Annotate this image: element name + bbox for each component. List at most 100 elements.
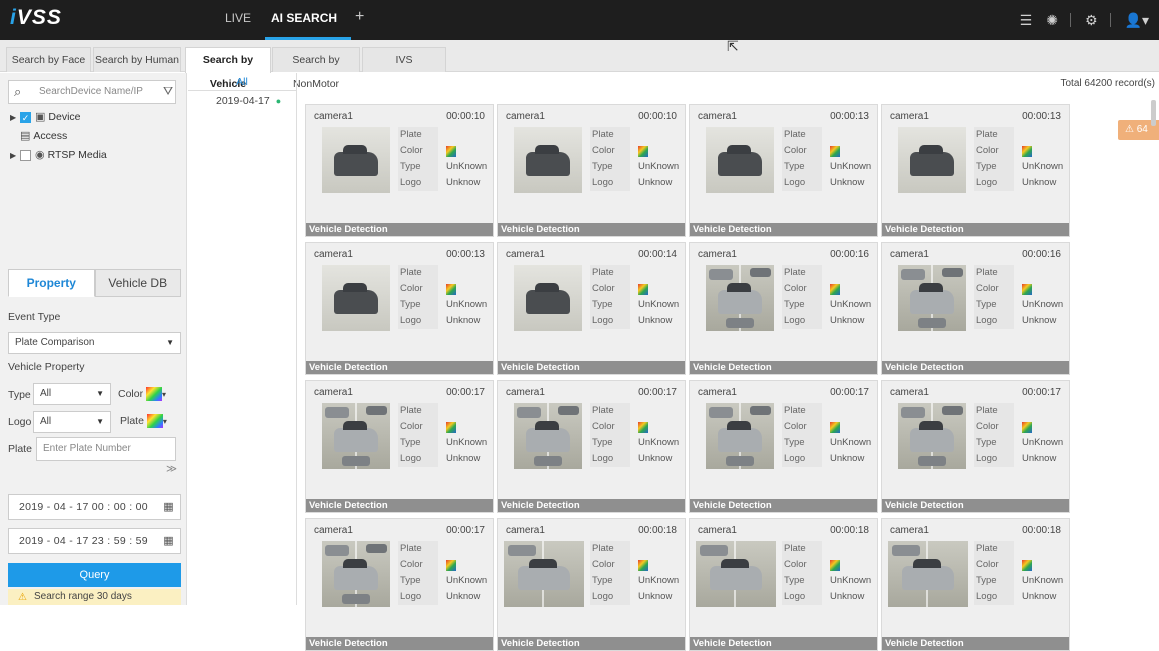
plate-number-input[interactable]: Enter Plate Number [36,437,176,461]
result-card[interactable]: camera1 00:00:17 Plate Color Type UnKnown Logo… [305,380,494,513]
result-card[interactable]: camera1 00:00:18 Plate Color Type UnKnown Logo… [497,518,686,651]
vehicle-snapshot[interactable] [898,265,966,331]
logo-select[interactable]: All ▼ [33,411,111,433]
attr-key: Color [974,419,1014,435]
date-all[interactable]: All [188,73,296,91]
event-label: Vehicle Detection [690,361,877,374]
tab-search-by-human[interactable]: Search by Human [93,47,181,72]
attr-key: Type [974,435,1014,451]
vehicle-attributes: Plate Color Type UnKnown Logo Unknow [782,541,871,605]
tree-item-device[interactable]: ▶ ✓ ▣ Device [10,108,107,127]
result-card[interactable]: camera1 00:00:17 Plate Color Type UnKnown Logo… [881,380,1070,513]
expand-more-icon[interactable]: ≫ [166,463,177,475]
device-search-input[interactable]: ⌕ SearchDevice Name/IP [8,80,176,104]
attr-key: Color [398,143,438,159]
nav-ai-search[interactable]: AI SEARCH [261,0,352,40]
camera-name: camera1 [890,249,929,260]
tab-search-by-face[interactable]: Search by Face [6,47,91,72]
warning-text: Search range 30 days [34,591,132,602]
result-card[interactable]: camera1 00:00:14 Plate Color Type UnKnown Logo… [497,242,686,375]
result-card[interactable]: camera1 00:00:17 Plate Color Type UnKnown Logo… [497,380,686,513]
calendar-icon[interactable]: ▦ [163,495,174,519]
gear-icon[interactable]: ⚙ [1085,12,1098,29]
vehicle-snapshot[interactable] [898,127,966,193]
attr-key: Logo [398,451,438,467]
color-indicator-icon [446,284,456,295]
color-indicator-icon [1022,560,1032,571]
attr-key: Logo [782,589,822,605]
vehicle-snapshot[interactable] [322,127,390,193]
attr-key: Type [782,159,822,175]
camera-name: camera1 [506,249,545,260]
tree-item-rtsp[interactable]: ▶ ◉ RTSP Media [10,146,107,165]
tab-search-by-nonmotor[interactable]: Search by NonMotor [272,47,360,90]
plate-color-picker[interactable]: Plate ▾ [120,414,167,428]
vehicle-snapshot[interactable] [706,127,774,193]
vehicle-snapshot[interactable] [898,403,966,469]
event-type-select[interactable]: Plate Comparison ▼ [8,332,181,354]
result-card[interactable]: camera1 00:00:18 Plate Color Type UnKnown Logo… [881,518,1070,651]
result-card[interactable]: camera1 00:00:10 Plate Color Type UnKnown Logo… [497,104,686,237]
start-time-input[interactable]: 2019 - 04 - 17 00 : 00 : 00 ▦ [8,494,181,520]
add-tab-button[interactable]: + [347,0,372,40]
user-icon[interactable]: 👤▾ [1125,12,1149,29]
result-card[interactable]: camera1 00:00:13 Plate Color Type UnKnown Logo… [689,104,878,237]
attr-key: Logo [782,451,822,467]
vehicle-snapshot[interactable] [322,265,390,331]
attr-logo-value: Unknow [1022,591,1057,602]
top-icons: ☰ ✺ ⚙ 👤▾ [1006,0,1149,40]
result-card[interactable]: camera1 00:00:18 Plate Color Type UnKnown Logo… [689,518,878,651]
expand-icon[interactable]: ▶ [10,146,20,165]
vehicle-snapshot[interactable] [322,403,390,469]
tab-property[interactable]: Property [8,269,95,297]
result-card[interactable]: camera1 00:00:16 Plate Color Type UnKnown Logo… [881,242,1070,375]
vehicle-snapshot[interactable] [888,541,968,607]
result-card[interactable]: camera1 00:00:17 Plate Color Type UnKnown Logo… [689,380,878,513]
vehicle-snapshot[interactable] [514,127,582,193]
vehicle-snapshot[interactable] [322,541,390,607]
nav-live[interactable]: LIVE [215,0,261,40]
color-picker[interactable]: Color ▾ [118,387,166,401]
color-swatch-icon[interactable] [146,414,163,428]
result-card[interactable]: camera1 00:00:17 Plate Color Type UnKnown Logo… [305,518,494,651]
calendar-icon[interactable]: ▦ [163,529,174,553]
result-card[interactable]: camera1 00:00:10 Plate Color Type UnKnown Logo… [305,104,494,237]
filter-icon[interactable]: ⛛ [163,84,173,99]
top-nav: LIVE AI SEARCH + [215,0,372,40]
date-item[interactable]: 2019-04-17 ● [188,91,296,111]
vehicle-snapshot[interactable] [696,541,776,607]
vehicle-snapshot[interactable] [706,403,774,469]
rtsp-checkbox[interactable] [20,150,31,161]
event-type-value: Plate Comparison [15,337,95,348]
attr-key: Plate [398,541,438,557]
tree-item-access[interactable]: ▤ Access [10,127,107,146]
vehicle-snapshot[interactable] [514,403,582,469]
attr-type-value: UnKnown [446,575,488,586]
type-select[interactable]: All ▼ [33,383,111,405]
result-card[interactable]: camera1 00:00:13 Plate Color Type UnKnown Logo… [881,104,1070,237]
tab-vehicle-db[interactable]: Vehicle DB [94,269,181,297]
end-time-input[interactable]: 2019 - 04 - 17 23 : 59 : 59 ▦ [8,528,181,554]
color-indicator-icon [830,146,840,157]
color-swatch-icon[interactable] [146,387,163,401]
color-indicator-icon [446,422,456,433]
device-checkbox[interactable]: ✓ [20,112,31,123]
vehicle-snapshot[interactable] [706,265,774,331]
event-label: Vehicle Detection [306,637,493,650]
list-icon[interactable]: ☰ [1020,12,1033,29]
tab-ivs[interactable]: IVS [362,47,446,72]
attr-type-value: UnKnown [638,575,680,586]
query-button[interactable]: Query [8,563,181,587]
property-tabs: Property Vehicle DB [8,269,181,297]
scrollbar[interactable] [1151,100,1156,126]
vehicle-snapshot[interactable] [504,541,584,607]
plate-color-label: Plate [120,414,144,427]
vehicle-snapshot[interactable] [514,265,582,331]
globe-icon[interactable]: ✺ [1046,12,1058,29]
search-range-warning: ⚠ Search range 30 days [8,589,181,605]
result-card[interactable]: camera1 00:00:16 Plate Color Type UnKnown Logo… [689,242,878,375]
tab-search-by-vehicle[interactable]: Search by Vehicle [185,47,271,90]
result-card[interactable]: camera1 00:00:13 Plate Color Type UnKnown Logo… [305,242,494,375]
expand-icon[interactable]: ▶ [10,108,20,127]
app-logo: iVSS [10,6,62,29]
